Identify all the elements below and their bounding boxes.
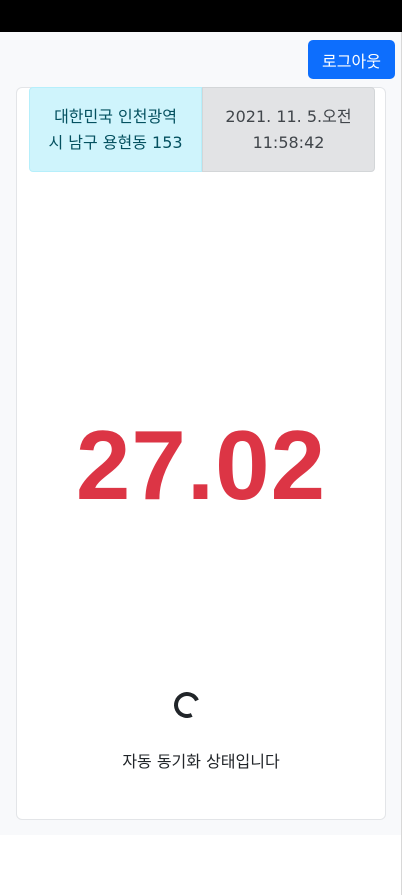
location-line-1: 대한민국 인천광역 [54,106,177,126]
date-text: 2021. 11. 5.오전 [225,106,352,126]
location-box: 대한민국 인천광역 시 남구 용현동 153 [29,87,202,172]
status-bar [0,0,402,32]
time-text: 11:58:42 [252,132,325,152]
bottom-area [0,835,402,895]
logout-button[interactable]: 로그아웃 [308,40,395,79]
datetime-box: 2021. 11. 5.오전 11:58:42 [202,87,375,172]
sync-status-text: 자동 동기화 상태입니다 [122,752,280,771]
reading-value: 27.02 [75,409,327,520]
location-line-2: 시 남구 용현동 153 [48,132,183,152]
